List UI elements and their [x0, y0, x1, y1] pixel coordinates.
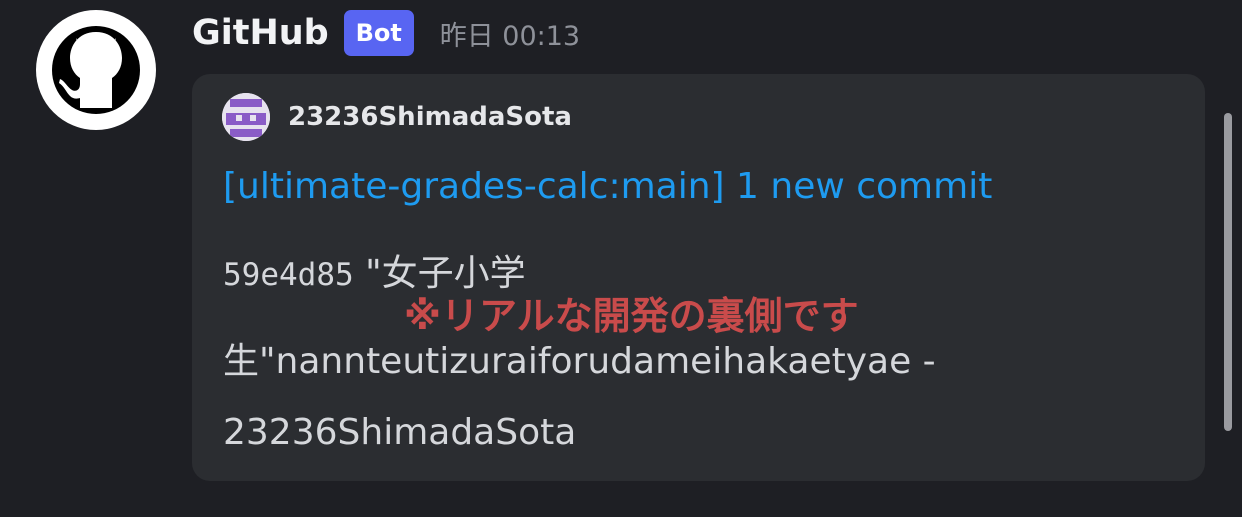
embed-author-name: 23236ShimadaSota: [288, 102, 572, 132]
message-timestamp[interactable]: 昨日 00:13: [440, 14, 580, 53]
annotation-overlay-text: ※リアルな開発の裏側です: [404, 294, 859, 338]
identicon-avatar: [222, 93, 270, 141]
github-octocat-icon: [52, 26, 140, 114]
scrollbar[interactable]: [1224, 113, 1232, 431]
embed-author[interactable]: 23236ShimadaSota: [222, 93, 572, 141]
commit-embed: 23236ShimadaSota [ultimate-grades-calc:m…: [192, 74, 1205, 481]
message-header: GitHub Bot 昨日 00:13: [192, 8, 580, 58]
chat-view: GitHub Bot 昨日 00:13 23236ShimadaSota [ul…: [0, 0, 1242, 517]
bot-badge: Bot: [343, 10, 414, 56]
commit-hash[interactable]: 59e4d85: [223, 257, 354, 293]
commit-author-line: 23236ShimadaSota: [223, 412, 577, 453]
embed-title-link[interactable]: [ultimate-grades-calc:main] 1 new commit: [223, 166, 992, 207]
github-avatar[interactable]: [36, 10, 156, 130]
author-name[interactable]: GitHub: [192, 13, 329, 53]
